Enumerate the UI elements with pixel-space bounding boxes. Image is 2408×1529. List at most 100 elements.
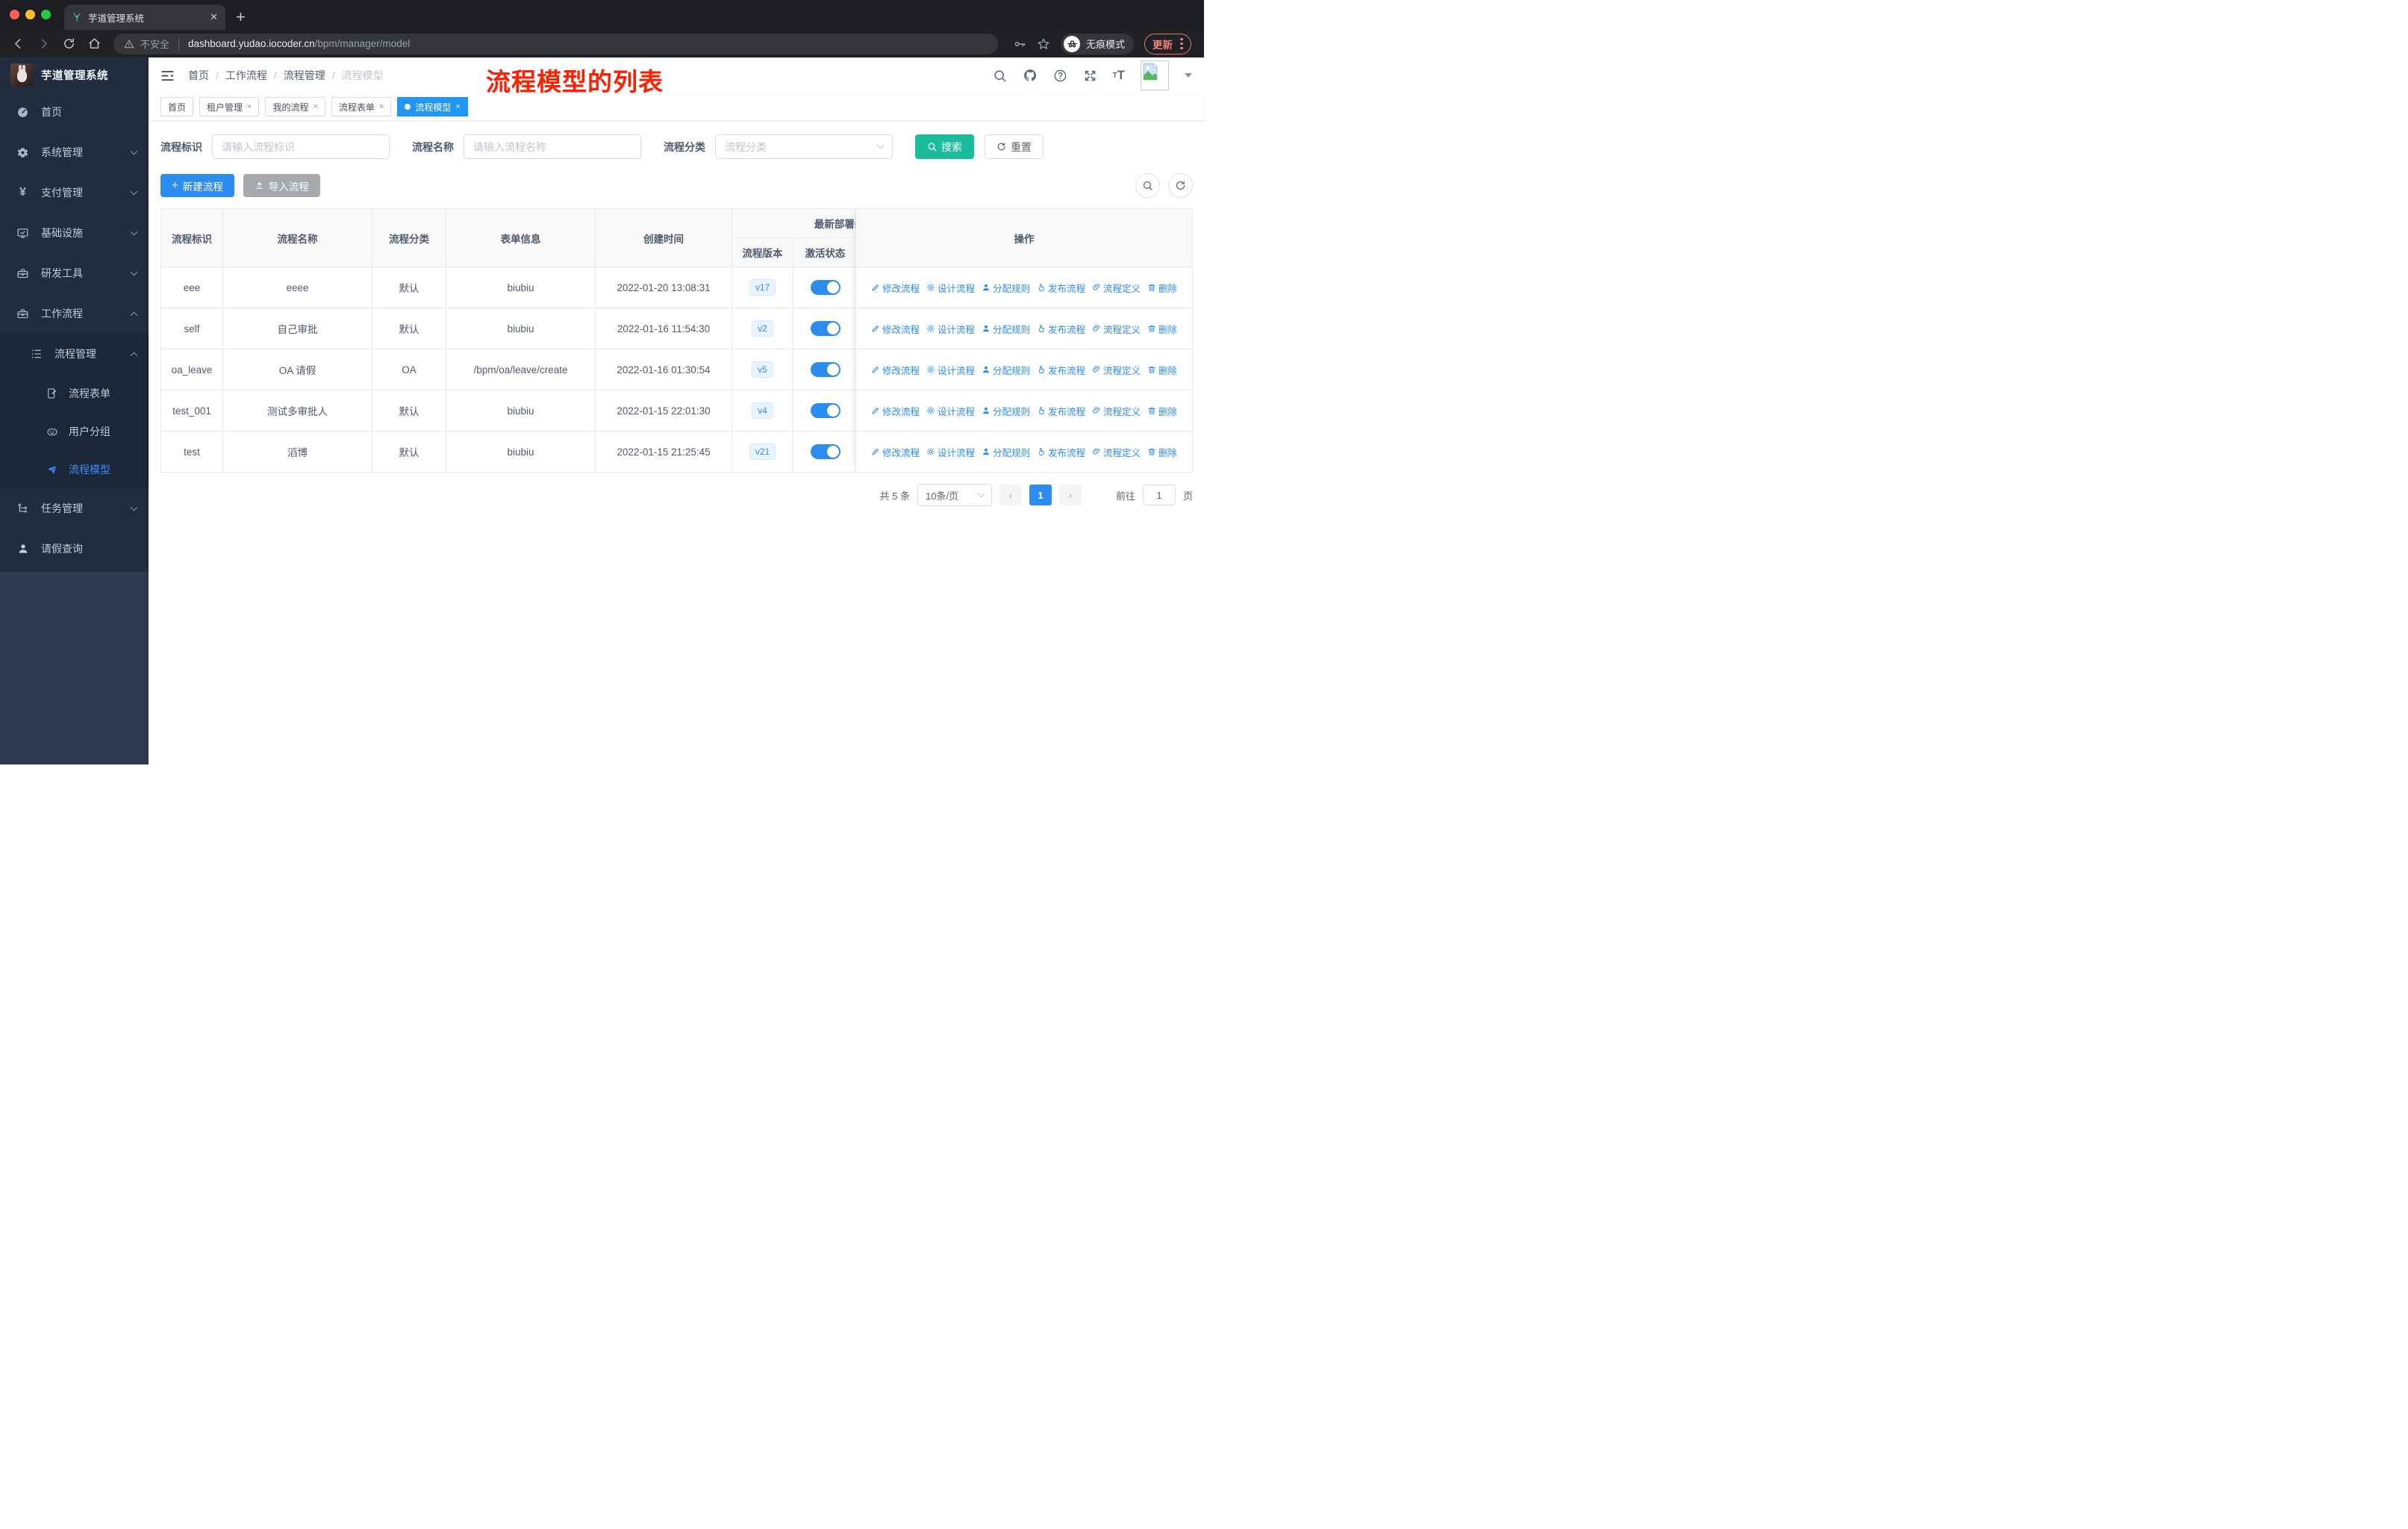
action-assign-link[interactable]: 分配规则	[982, 322, 1030, 336]
tag-flow-model-active[interactable]: 流程模型 ×	[397, 97, 468, 116]
browser-tab[interactable]: 芋道管理系统 ✕	[64, 4, 225, 30]
action-assign-link[interactable]: 分配规则	[982, 404, 1030, 418]
avatar[interactable]	[1141, 60, 1169, 90]
tag-my-flow[interactable]: 我的流程 ×	[265, 97, 325, 116]
fullscreen-icon[interactable]	[1083, 69, 1097, 83]
new-tab-button[interactable]: +	[236, 7, 246, 27]
tab-close-icon[interactable]: ✕	[210, 11, 218, 23]
version-badge[interactable]: v5	[752, 361, 773, 378]
action-publish-link[interactable]: 发布流程	[1037, 322, 1085, 336]
action-edit-link[interactable]: 修改流程	[871, 322, 920, 336]
window-controls[interactable]	[10, 10, 51, 19]
active-toggle[interactable]	[810, 444, 840, 459]
action-edit-link[interactable]: 修改流程	[871, 363, 920, 377]
action-edit-link[interactable]: 修改流程	[871, 404, 920, 418]
active-toggle[interactable]	[810, 403, 840, 418]
sidebar-item-system[interactable]: 系统管理	[0, 132, 149, 172]
tag-home[interactable]: 首页	[160, 97, 194, 116]
sidebar-item-dev[interactable]: 研发工具	[0, 253, 149, 293]
breadcrumb-home[interactable]: 首页	[188, 68, 209, 83]
forward-icon[interactable]	[33, 34, 54, 55]
security-label[interactable]: 不安全	[140, 37, 169, 51]
search-icon[interactable]	[993, 69, 1007, 83]
tag-close-icon[interactable]: ×	[313, 102, 317, 111]
version-badge[interactable]: v17	[749, 279, 776, 296]
tag-close-icon[interactable]: ×	[379, 102, 384, 111]
create-flow-button[interactable]: + 新建流程	[160, 174, 234, 197]
passwords-key-icon[interactable]	[1013, 37, 1026, 51]
update-label[interactable]: 更新	[1152, 37, 1173, 52]
cell-name-link[interactable]: 滔博	[222, 431, 372, 473]
url-bar[interactable]: 不安全 dashboard.yudao.iocoder.cn/bpm/manag…	[113, 33, 998, 55]
active-toggle[interactable]	[810, 280, 840, 295]
sidebar-item-user-group[interactable]: 用户分组	[0, 412, 149, 450]
avatar-caret-icon[interactable]	[1185, 73, 1192, 78]
tag-flow-form[interactable]: 流程表单 ×	[331, 97, 392, 116]
reload-icon[interactable]	[58, 34, 79, 55]
sidebar-item-home[interactable]: 首页	[0, 92, 149, 132]
action-publish-link[interactable]: 发布流程	[1037, 363, 1085, 377]
sidebar-item-pay[interactable]: ¥ 支付管理	[0, 172, 149, 213]
page-1-button[interactable]: 1	[1029, 485, 1052, 505]
import-flow-button[interactable]: 导入流程	[243, 174, 320, 197]
action-design-link[interactable]: 设计流程	[926, 445, 975, 459]
collapse-sidebar-icon[interactable]	[160, 69, 175, 83]
action-design-link[interactable]: 设计流程	[926, 363, 975, 377]
cell-form-link[interactable]: /bpm/oa/leave/create	[446, 349, 596, 390]
action-definition-link[interactable]: 流程定义	[1092, 322, 1141, 336]
action-design-link[interactable]: 设计流程	[926, 322, 975, 336]
action-publish-link[interactable]: 发布流程	[1037, 445, 1085, 459]
sidebar-item-leave-query[interactable]: 请假查询	[0, 529, 149, 569]
prev-page-button[interactable]: ‹	[999, 485, 1022, 505]
browser-menu-icon[interactable]	[1180, 37, 1183, 50]
action-assign-link[interactable]: 分配规则	[982, 445, 1030, 459]
version-badge[interactable]: v21	[749, 443, 776, 460]
sidebar-item-task-mgmt[interactable]: 任务管理	[0, 488, 149, 529]
search-button[interactable]: 搜索	[915, 134, 974, 159]
cell-form-link[interactable]: biubiu	[446, 267, 596, 308]
hide-search-button[interactable]	[1135, 173, 1160, 198]
home-icon[interactable]	[84, 34, 105, 55]
app-logo-row[interactable]: 芋道管理系统	[0, 57, 149, 92]
filter-category-select[interactable]: 流程分类	[715, 134, 893, 159]
breadcrumb-workflow[interactable]: 工作流程	[225, 68, 267, 83]
sidebar-item-flow-model[interactable]: 流程模型	[0, 450, 149, 488]
action-delete-link[interactable]: 删除	[1147, 281, 1177, 295]
version-badge[interactable]: v4	[752, 402, 773, 419]
minimize-window-button[interactable]	[25, 10, 35, 19]
action-definition-link[interactable]: 流程定义	[1092, 404, 1141, 418]
action-assign-link[interactable]: 分配规则	[982, 363, 1030, 377]
next-page-button[interactable]: ›	[1058, 485, 1082, 505]
action-delete-link[interactable]: 删除	[1147, 322, 1177, 336]
active-toggle[interactable]	[810, 321, 840, 336]
active-toggle[interactable]	[810, 362, 840, 377]
action-definition-link[interactable]: 流程定义	[1092, 445, 1141, 459]
reset-button[interactable]: 重置	[985, 134, 1044, 159]
sidebar-item-infra[interactable]: 基础设施	[0, 213, 149, 253]
tag-close-icon[interactable]: ×	[247, 102, 252, 111]
url-text[interactable]: dashboard.yudao.iocoder.cn/bpm/manager/m…	[188, 37, 410, 51]
tag-close-icon[interactable]: ×	[455, 102, 460, 111]
action-publish-link[interactable]: 发布流程	[1037, 281, 1085, 295]
bookmark-star-icon[interactable]	[1037, 37, 1050, 51]
page-size-select[interactable]: 10条/页	[917, 484, 992, 506]
sidebar-item-flow-mgmt[interactable]: 流程管理	[0, 334, 149, 374]
action-definition-link[interactable]: 流程定义	[1092, 281, 1141, 295]
update-chip[interactable]: 更新	[1144, 33, 1191, 55]
font-size-icon[interactable]: TT	[1113, 68, 1126, 83]
action-definition-link[interactable]: 流程定义	[1092, 363, 1141, 377]
help-icon[interactable]	[1053, 69, 1067, 83]
back-icon[interactable]	[7, 34, 28, 55]
version-badge[interactable]: v2	[752, 320, 773, 337]
cell-name-link[interactable]: OA 请假	[222, 349, 372, 390]
cell-form-link[interactable]: biubiu	[446, 390, 596, 432]
action-delete-link[interactable]: 删除	[1147, 445, 1177, 459]
breadcrumb-flow-mgmt[interactable]: 流程管理	[284, 68, 325, 83]
sidebar-item-flow-form[interactable]: 流程表单	[0, 374, 149, 412]
action-edit-link[interactable]: 修改流程	[871, 445, 920, 459]
cell-form-link[interactable]: biubiu	[446, 308, 596, 349]
zoom-window-button[interactable]	[41, 10, 51, 19]
tag-tenant[interactable]: 租户管理 ×	[199, 97, 260, 116]
filter-name-input[interactable]	[464, 134, 641, 159]
action-delete-link[interactable]: 删除	[1147, 363, 1177, 377]
